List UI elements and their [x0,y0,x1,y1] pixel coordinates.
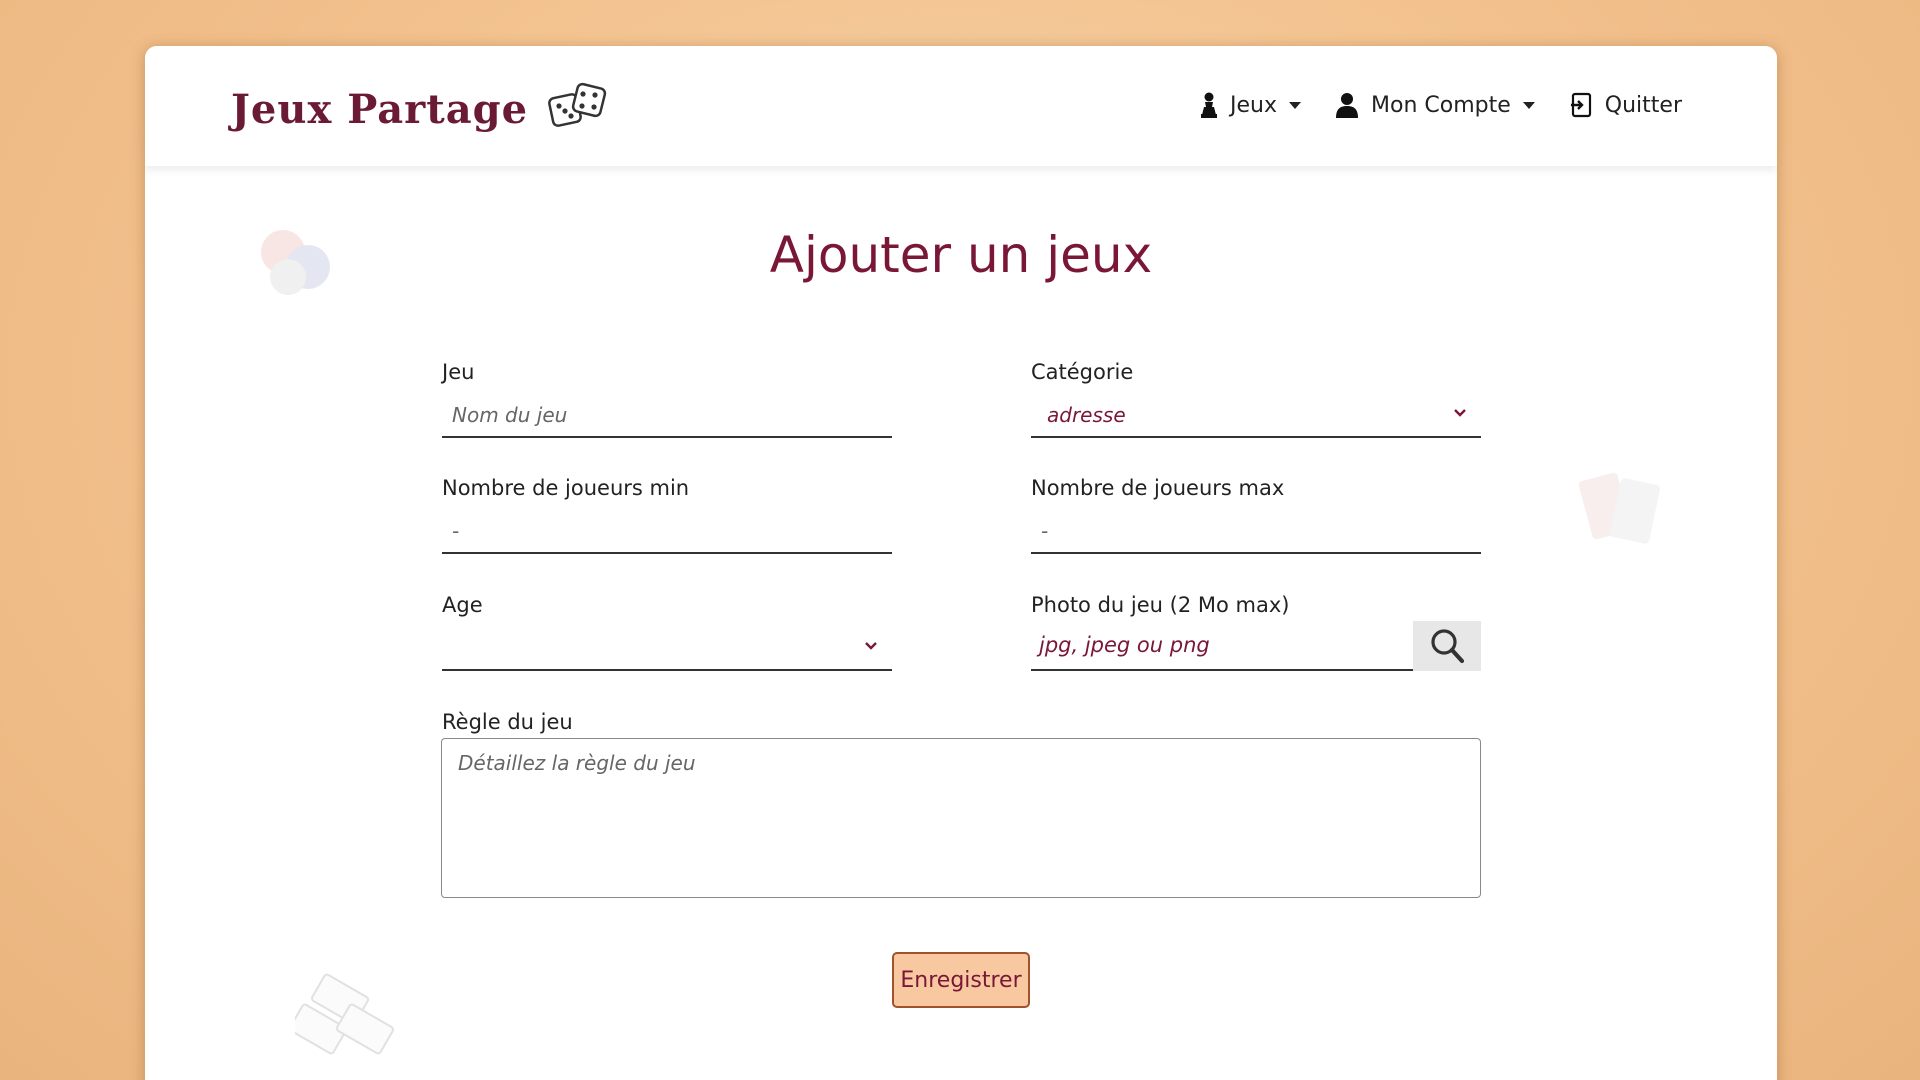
categorie-field-group: Catégorie adresse [1031,360,1481,438]
brand-name: Jeux Partage [231,85,529,133]
min-players-field-group: Nombre de joueurs min [442,476,892,554]
save-button[interactable]: Enregistrer [892,952,1030,1008]
logout-icon [1570,92,1591,118]
categorie-select[interactable]: adresse [1031,394,1481,438]
photo-file-input[interactable]: jpg, jpeg ou png [1031,621,1481,671]
max-players-field-group: Nombre de joueurs max [1031,476,1481,554]
brand-logo[interactable]: Jeux Partage [231,82,608,136]
max-players-input[interactable] [1031,510,1481,554]
age-label: Age [442,593,483,617]
min-players-input[interactable] [442,510,892,554]
dice-icon [548,82,608,136]
jeu-field-group: Jeu [442,360,892,438]
jeu-input[interactable] [442,394,892,438]
regle-label: Règle du jeu [442,710,573,734]
regle-textarea[interactable] [441,738,1481,898]
dominoes-decoration-icon [295,973,395,1055]
chevron-down-icon [865,642,877,650]
photo-placeholder: jpg, jpeg ou png [1039,633,1210,657]
user-icon [1336,93,1359,118]
chevron-down-icon [1522,101,1535,109]
chevron-down-icon [1454,409,1466,417]
chevron-down-icon [1289,101,1302,109]
categorie-selected-value: adresse [1047,403,1126,427]
nav-account-dropdown[interactable]: Mon Compte [1335,92,1535,118]
nav-jeux-label: Jeux [1230,92,1278,118]
cards-decoration-icon [1578,472,1661,544]
search-icon [1431,629,1465,664]
categorie-label: Catégorie [1031,360,1134,384]
photo-browse-button[interactable] [1413,621,1481,671]
jeu-label: Jeu [442,360,475,384]
main-card: Jeux Partage Jeux Mon Compte Quitter Ajo… [145,46,1777,1080]
nav-account-label: Mon Compte [1371,92,1511,118]
max-players-label: Nombre de joueurs max [1031,476,1285,500]
age-field-group: Age [442,593,892,671]
nav-quit-label: Quitter [1604,92,1682,118]
photo-field-group: Photo du jeu (2 Mo max) jpg, jpeg ou png [1031,593,1481,671]
page-title: Ajouter un jeux [769,226,1153,284]
navbar: Jeux Partage Jeux Mon Compte Quitter [145,46,1777,166]
nav-quit-link[interactable]: Quitter [1569,92,1682,118]
nav-menu: Jeux Mon Compte Quitter [1166,92,1682,118]
nav-jeux-dropdown[interactable]: Jeux [1200,92,1302,118]
min-players-label: Nombre de joueurs min [442,476,690,500]
age-select[interactable] [442,627,892,671]
photo-label: Photo du jeu (2 Mo max) [1031,593,1290,617]
pawn-icon [1201,92,1218,118]
